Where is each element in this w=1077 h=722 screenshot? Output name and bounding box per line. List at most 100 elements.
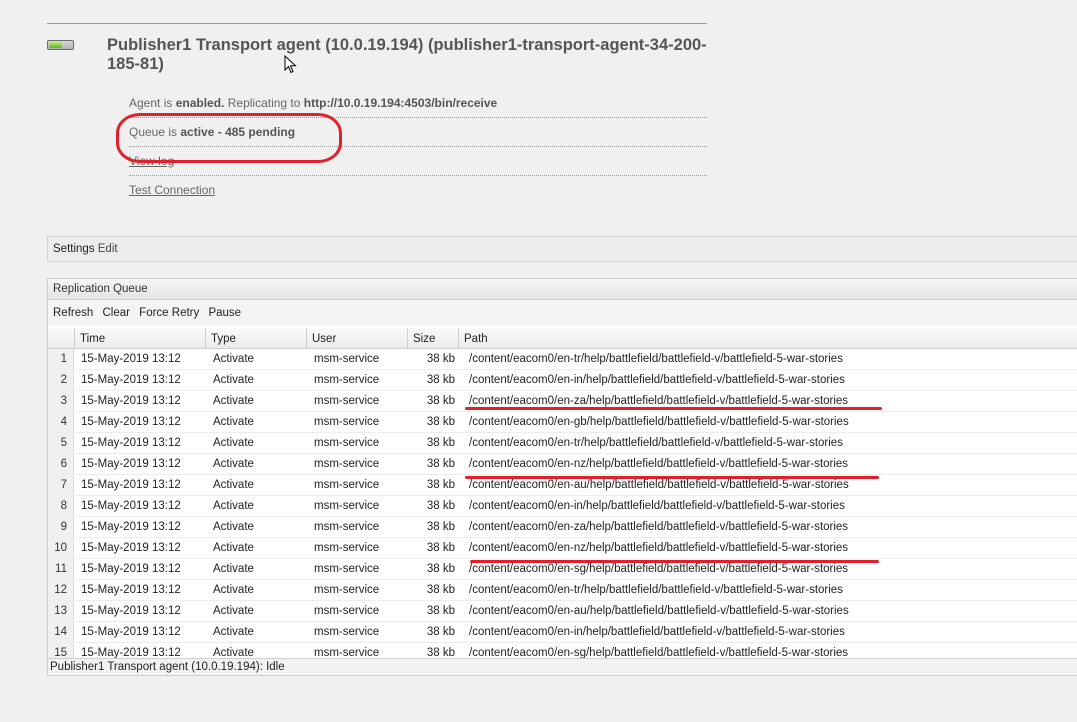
row-number: 2 xyxy=(48,370,74,390)
cell-user: msm-service xyxy=(314,605,380,617)
force-retry-button[interactable]: Force Retry xyxy=(139,307,199,319)
row-number: 6 xyxy=(48,454,74,474)
row-number: 1 xyxy=(48,349,74,369)
settings-edit-button[interactable]: Edit xyxy=(98,243,118,255)
cell-path: /content/eacom0/en-in/help/battlefield/b… xyxy=(469,374,845,386)
status-bar: Publisher1 Transport agent (10.0.19.194)… xyxy=(47,658,1077,676)
cell-user: msm-service xyxy=(314,626,380,638)
row-number: 8 xyxy=(48,496,74,516)
agent-status-toggle-icon[interactable] xyxy=(47,40,74,50)
table-row[interactable]: 14 15-May-2019 13:12 Activate msm-service 38… xyxy=(48,622,1077,643)
cell-size: 38 kb xyxy=(426,458,455,470)
cell-type: Activate xyxy=(213,626,254,638)
replication-queue-title: Replication Queue xyxy=(47,278,1077,300)
table-row[interactable]: 6 15-May-2019 13:12 Activate msm-service 38 … xyxy=(48,454,1077,475)
row-number: 11 xyxy=(48,559,74,579)
cell-path: /content/eacom0/en-au/help/battlefield/b… xyxy=(469,605,849,617)
cell-type: Activate xyxy=(213,605,254,617)
table-row[interactable]: 12 15-May-2019 13:12 Activate msm-service 38… xyxy=(48,580,1077,601)
table-row[interactable]: 13 15-May-2019 13:12 Activate msm-service 38… xyxy=(48,601,1077,622)
cell-size: 38 kb xyxy=(426,374,455,386)
cell-type: Activate xyxy=(213,500,254,512)
cell-path: /content/eacom0/en-nz/help/battlefield/b… xyxy=(469,458,849,470)
column-header-type[interactable]: Type xyxy=(206,328,307,348)
row-number: 7 xyxy=(48,475,74,495)
replication-queue-grid: Time Type User Size Path 1 15-May-2019 13… xyxy=(47,326,1077,658)
cell-type: Activate xyxy=(213,563,254,575)
cell-size: 38 kb xyxy=(426,563,455,575)
cell-path: /content/eacom0/en-sg/help/battlefield/b… xyxy=(469,647,849,658)
table-row[interactable]: 9 15-May-2019 13:12 Activate msm-service 38 … xyxy=(48,517,1077,538)
enabled-prefix: Agent is xyxy=(129,96,173,110)
queue-status-annotation-circle xyxy=(116,113,342,163)
pause-button[interactable]: Pause xyxy=(208,307,241,319)
table-row[interactable]: 10 15-May-2019 13:12 Activate msm-service 38… xyxy=(48,538,1077,559)
table-row[interactable]: 5 15-May-2019 13:12 Activate msm-service 38 … xyxy=(48,433,1077,454)
table-row[interactable]: 4 15-May-2019 13:12 Activate msm-service 38 … xyxy=(48,412,1077,433)
cell-size: 38 kb xyxy=(426,500,455,512)
cell-time: 15-May-2019 13:12 xyxy=(81,374,181,386)
cell-path: /content/eacom0/en-tr/help/battlefield/b… xyxy=(469,437,843,449)
cell-time: 15-May-2019 13:12 xyxy=(81,458,181,470)
column-header-time[interactable]: Time xyxy=(75,328,206,348)
column-header-size[interactable]: Size xyxy=(408,328,459,348)
cell-size: 38 kb xyxy=(426,437,455,449)
cell-path: /content/eacom0/en-in/help/battlefield/b… xyxy=(469,500,845,512)
cell-type: Activate xyxy=(213,395,254,407)
cell-time: 15-May-2019 13:12 xyxy=(81,437,181,449)
cell-type: Activate xyxy=(213,584,254,596)
cell-size: 38 kb xyxy=(426,584,455,596)
row-number: 3 xyxy=(48,391,74,411)
clear-button[interactable]: Clear xyxy=(102,307,129,319)
cell-time: 15-May-2019 13:12 xyxy=(81,521,181,533)
column-header-path[interactable]: Path xyxy=(459,328,1077,348)
cell-type: Activate xyxy=(213,437,254,449)
cell-size: 38 kb xyxy=(426,626,455,638)
cell-size: 38 kb xyxy=(426,521,455,533)
path-underline-annotation xyxy=(465,407,882,410)
cell-path: /content/eacom0/en-nz/help/battlefield/b… xyxy=(469,542,849,554)
cell-time: 15-May-2019 13:12 xyxy=(81,584,181,596)
table-row[interactable]: 15 15-May-2019 13:12 Activate msm-service 38… xyxy=(48,643,1077,658)
cell-type: Activate xyxy=(213,479,254,491)
row-number: 4 xyxy=(48,412,74,432)
path-underline-annotation xyxy=(470,560,879,563)
queue-toolbar: Refresh Clear Force Retry Pause xyxy=(47,300,1077,326)
replicating-prefix: Replicating to xyxy=(227,96,301,110)
cell-user: msm-service xyxy=(314,479,380,491)
replicating-url: http://10.0.19.194:4503/bin/receive xyxy=(303,96,498,110)
row-number: 9 xyxy=(48,517,74,537)
cell-size: 38 kb xyxy=(426,605,455,617)
column-header-user[interactable]: User xyxy=(307,328,408,348)
cell-user: msm-service xyxy=(314,374,380,386)
cell-path: /content/eacom0/en-za/help/battlefield/b… xyxy=(469,521,849,533)
test-connection-row: Test Connection xyxy=(129,176,707,204)
cell-time: 15-May-2019 13:12 xyxy=(81,647,181,658)
refresh-button[interactable]: Refresh xyxy=(53,307,93,319)
table-row[interactable]: 8 15-May-2019 13:12 Activate msm-service 38 … xyxy=(48,496,1077,517)
agent-title: Publisher1 Transport agent (10.0.19.194)… xyxy=(107,36,707,73)
cell-size: 38 kb xyxy=(426,479,455,491)
cell-time: 15-May-2019 13:12 xyxy=(81,395,181,407)
cell-size: 38 kb xyxy=(426,353,455,365)
cell-path: /content/eacom0/en-tr/help/battlefield/b… xyxy=(469,353,843,365)
enabled-state: enabled. xyxy=(175,96,225,110)
cell-size: 38 kb xyxy=(426,647,455,658)
cell-user: msm-service xyxy=(314,353,380,365)
settings-bar: Settings Edit xyxy=(47,236,1077,262)
cell-time: 15-May-2019 13:12 xyxy=(81,500,181,512)
cell-type: Activate xyxy=(213,374,254,386)
table-row[interactable]: 1 15-May-2019 13:12 Activate msm-service 38 … xyxy=(48,349,1077,370)
cell-path: /content/eacom0/en-gb/help/battlefield/b… xyxy=(469,416,849,428)
cell-time: 15-May-2019 13:12 xyxy=(81,563,181,575)
cell-type: Activate xyxy=(213,542,254,554)
row-number: 14 xyxy=(48,622,74,642)
table-row[interactable]: 2 15-May-2019 13:12 Activate msm-service 38 … xyxy=(48,370,1077,391)
row-number: 15 xyxy=(48,643,74,658)
test-connection-link[interactable]: Test Connection xyxy=(129,183,215,197)
path-underline-annotation xyxy=(465,476,879,479)
row-number: 10 xyxy=(48,538,74,558)
cell-user: msm-service xyxy=(314,647,380,658)
cell-user: msm-service xyxy=(314,395,380,407)
cell-time: 15-May-2019 13:12 xyxy=(81,605,181,617)
